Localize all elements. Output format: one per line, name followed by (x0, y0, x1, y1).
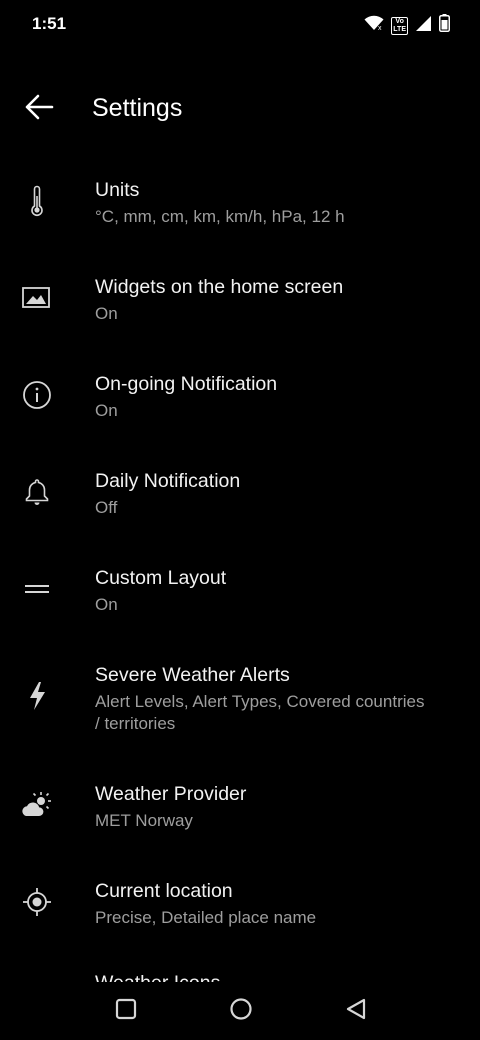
nav-back-button[interactable] (341, 996, 371, 1026)
volte-icon: Vo LTE (391, 16, 408, 35)
settings-item-subtitle: °C, mm, cm, km, km/h, hPa, 12 h (95, 207, 345, 226)
settings-item-subtitle: Precise, Detailed place name (95, 908, 317, 927)
info-icon (18, 376, 56, 414)
sun-cloud-icon (18, 786, 56, 824)
settings-item-widgets[interactable]: Widgets on the home screen On (0, 261, 480, 358)
status-icons: x Vo LTE (364, 14, 450, 37)
settings-item-subtitle: Off (95, 498, 118, 517)
wifi-icon: x (364, 15, 384, 36)
settings-list: Units °C, mm, cm, km, km/h, hPa, 12 h Wi… (0, 164, 480, 982)
svg-text:x: x (378, 25, 382, 31)
settings-item-title: Widgets on the home screen (95, 276, 344, 298)
settings-item-weather-icons[interactable]: Weather Icons (0, 962, 480, 982)
settings-item-custom-layout[interactable]: Custom Layout On (0, 552, 480, 649)
settings-item-subtitle: Alert Levels, Alert Types, Covered count… (95, 692, 425, 733)
settings-item-daily-notification[interactable]: Daily Notification Off (0, 455, 480, 552)
drag-handle-icon (18, 570, 56, 608)
settings-item-current-location[interactable]: Current location Precise, Detailed place… (0, 865, 480, 962)
home-circle-icon (229, 997, 253, 1026)
settings-item-title: Custom Layout (95, 567, 227, 589)
battery-icon (439, 14, 450, 37)
recents-button[interactable] (111, 996, 141, 1026)
settings-item-subtitle: On (95, 304, 118, 323)
back-button[interactable] (18, 88, 60, 130)
settings-item-ongoing-notification[interactable]: On-going Notification On (0, 358, 480, 455)
settings-item-severe-weather-alerts[interactable]: Severe Weather Alerts Alert Levels, Aler… (0, 649, 480, 768)
navigation-bar (0, 982, 480, 1040)
settings-item-title: Severe Weather Alerts (95, 664, 290, 686)
lightning-icon (18, 677, 56, 715)
app-bar: Settings (0, 76, 480, 140)
signal-icon (415, 15, 432, 37)
settings-item-weather-provider[interactable]: Weather Provider MET Norway (0, 768, 480, 865)
location-target-icon (18, 883, 56, 921)
image-icon (18, 279, 56, 317)
settings-item-subtitle: On (95, 595, 118, 614)
arrow-back-icon (23, 91, 55, 128)
home-button[interactable] (226, 996, 256, 1026)
settings-item-title: Daily Notification (95, 470, 241, 492)
page-title: Settings (92, 94, 183, 122)
status-bar: 1:51 x Vo LTE (0, 0, 480, 48)
bell-icon (18, 473, 56, 511)
recents-square-icon (115, 998, 137, 1025)
settings-item-title: Units (95, 179, 140, 201)
settings-item-title: On-going Notification (95, 373, 278, 395)
settings-item-title: Weather Icons (95, 972, 220, 982)
settings-item-title: Weather Provider (95, 783, 247, 805)
settings-item-title: Current location (95, 880, 233, 902)
status-time: 1:51 (32, 14, 67, 33)
settings-item-units[interactable]: Units °C, mm, cm, km, km/h, hPa, 12 h (0, 164, 480, 261)
settings-item-subtitle: On (95, 401, 118, 420)
thermometer-icon (18, 182, 56, 220)
settings-item-subtitle: MET Norway (95, 811, 193, 830)
back-triangle-icon (344, 997, 368, 1026)
